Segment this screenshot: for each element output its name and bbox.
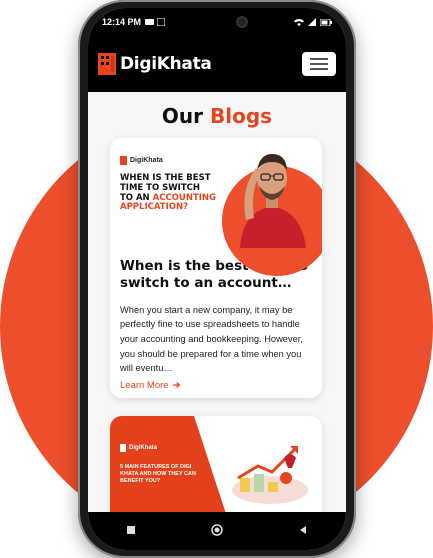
status-bar: 12:14 PM bbox=[88, 8, 346, 36]
digikhata-logo-icon bbox=[98, 53, 116, 75]
wifi-icon bbox=[294, 19, 304, 26]
section-title: Our Blogs bbox=[88, 104, 346, 128]
thumbnail-headline: 5 MAIN FEATURES OF DIGI KHATA AND HOW TH… bbox=[120, 464, 196, 484]
battery-icon bbox=[320, 18, 332, 26]
brand-name: DigiKhata bbox=[120, 54, 212, 74]
thumbnail-brand: DigiKhata bbox=[120, 156, 163, 165]
brand-logo[interactable]: DigiKhata bbox=[98, 53, 212, 75]
back-icon[interactable] bbox=[291, 524, 315, 538]
thumbnail-brand-text: DigiKhata bbox=[130, 157, 163, 164]
menu-line-icon bbox=[310, 63, 328, 65]
menu-line-icon bbox=[310, 58, 328, 60]
status-right-icons bbox=[294, 18, 332, 26]
menu-line-icon bbox=[310, 68, 328, 70]
status-time: 12:14 PM bbox=[102, 17, 142, 27]
learn-more-label: Learn More bbox=[120, 379, 169, 391]
signal-icon bbox=[308, 18, 316, 26]
blog-thumbnail[interactable]: DigiKhata WHEN IS THE BEST TIME TO SWITC… bbox=[110, 138, 322, 276]
thumbnail-headline: WHEN IS THE BEST TIME TO SWITCH TO AN AC… bbox=[120, 173, 230, 214]
page-content: Our Blogs DigiKhata WHEN IS THE BEST TIM… bbox=[88, 92, 346, 512]
thumbnail-brand: DigiKhata bbox=[120, 444, 157, 452]
blog-card[interactable]: DigiKhata 5 MAIN FEATURES OF DIGI KHATA … bbox=[110, 416, 322, 512]
home-icon[interactable] bbox=[205, 523, 229, 539]
section-title-prefix: Our bbox=[161, 104, 204, 128]
site-navbar: DigiKhata bbox=[88, 36, 346, 92]
phone-screen: 12:14 PM DigiKhata Our Blogs DigiKhata W… bbox=[88, 8, 346, 550]
finance-illustration bbox=[232, 446, 308, 504]
blog-card[interactable]: DigiKhata WHEN IS THE BEST TIME TO SWITC… bbox=[110, 138, 322, 398]
android-nav-bar bbox=[88, 512, 346, 550]
thumbnail-brand-text: DigiKhata bbox=[129, 445, 158, 451]
section-title-accent: Blogs bbox=[210, 104, 273, 128]
blog-excerpt: When you start a new company, it may be … bbox=[120, 304, 303, 374]
gallery-icon bbox=[157, 18, 166, 26]
thumbnail-headline-word: TO AN bbox=[120, 192, 150, 203]
recent-apps-icon[interactable] bbox=[119, 524, 143, 538]
person-photo bbox=[240, 154, 306, 248]
hamburger-menu-button[interactable] bbox=[302, 52, 336, 76]
brand-mark-icon bbox=[120, 444, 126, 452]
arrow-right-icon bbox=[172, 382, 181, 389]
front-camera bbox=[236, 16, 248, 28]
notification-icon bbox=[145, 19, 155, 25]
brand-mark-icon bbox=[120, 156, 127, 165]
thumbnail-headline-line: TO AN ACCOUNTING APPLICATION? bbox=[120, 192, 230, 214]
status-left-icons bbox=[145, 18, 166, 26]
learn-more-link[interactable]: Learn More bbox=[120, 380, 312, 391]
